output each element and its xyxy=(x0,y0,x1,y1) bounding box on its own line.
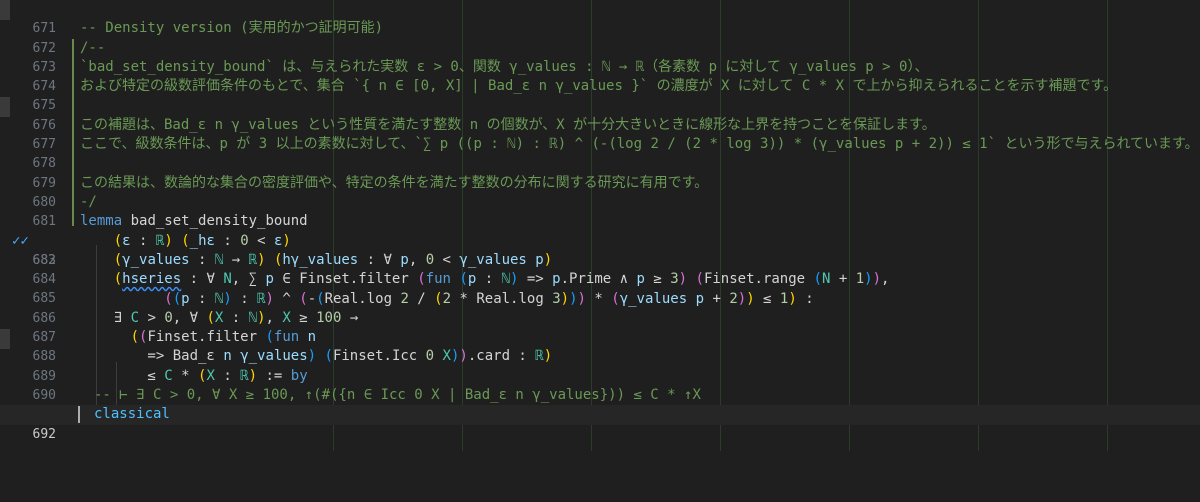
code-line[interactable]: 689 => Bad_ε n γ_values) (Finset.Icc 0 X… xyxy=(0,347,1200,383)
code-line[interactable]: 675 および特定の級数評価条件のもとで、集合 `{ n ∈ [0, X] | … xyxy=(0,77,1200,113)
code-text: ((Finset.filter (fun n xyxy=(130,329,317,346)
doc-comment-text: この補題は、Bad_ε n γ_values という性質を満たす整数 n の個数… xyxy=(80,116,936,133)
doc-comment-close: -/ xyxy=(80,194,97,210)
code-line[interactable]: 690 ≤ C * (X : ℝ) := by xyxy=(0,367,1200,403)
code-text: ≤ C * (X : ℝ) := by xyxy=(80,367,308,384)
tactic-classical: classical xyxy=(94,406,170,423)
keyword-lemma: lemma xyxy=(80,213,123,230)
code-line[interactable]: 687 ∃ C > 0, ∀ (X : ℕ), X ≥ 100 → xyxy=(0,309,1200,345)
code-line[interactable]: ✓✓ 682 lemma bad_set_density_bound xyxy=(0,212,1200,268)
code-text: ((p : ℕ) : ℝ) ^ (-(Real.log 2 / (2 * Rea… xyxy=(164,290,814,307)
doc-comment-text: `bad_set_density_bound` は、与えられた実数 ε > 0、… xyxy=(80,58,929,75)
code-text: (hseries : ∀ N, ∑ p ∈ Finset.filter (fun… xyxy=(113,271,890,288)
code-line-current[interactable]: 692 classical xyxy=(0,405,1200,442)
code-line[interactable]: 680 この結果は、数論的な集合の密度評価や、特定の条件を満たす整数の分布に関す… xyxy=(0,174,1200,210)
code-line[interactable]: 686 ((p : ℕ) : ℝ) ^ (-(Real.log 2 / (2 *… xyxy=(0,290,1200,326)
code-text: ∃ C > 0, ∀ (X : ℕ), X ≥ 100 → xyxy=(80,309,359,326)
text-cursor xyxy=(78,406,80,424)
code-line[interactable]: 676 xyxy=(0,97,1200,133)
doc-comment-text: この結果は、数論的な集合の密度評価や、特定の条件を満たす整数の分布に関する研究に… xyxy=(80,174,709,191)
code-line[interactable]: 679 xyxy=(0,154,1200,191)
code-line[interactable]: 691 -- ⊢ ∃ C > 0, ∀ X ≥ 100, ↑(#({n ∈ Ic… xyxy=(0,386,1200,422)
code-text: (ε : ℝ) (_hε : 0 < ε) xyxy=(113,232,291,249)
code-line[interactable]: 684 (γ_values : ℕ → ℝ) (hγ_values : ∀ p,… xyxy=(0,251,1200,287)
code-text: => Bad_ε n γ_values) (Finset.Icc 0 X)).c… xyxy=(80,348,553,365)
code-line[interactable]: 683 (ε : ℝ) (_hε : 0 < ε) xyxy=(0,232,1200,268)
code-line[interactable]: 685 (hseries : ∀ N, ∑ p ∈ Finset.filter … xyxy=(0,270,1200,306)
code-line[interactable]: 677 この補題は、Bad_ε n γ_values という性質を満たす整数 n… xyxy=(0,116,1200,152)
line-number: 692 xyxy=(32,426,56,442)
code-line[interactable]: 672 -- Density version (実用的かつ証明可能) xyxy=(0,19,1200,55)
code-line[interactable]: 671 xyxy=(0,0,1200,36)
code-line[interactable]: 681 -/ xyxy=(0,193,1200,229)
doc-comment-text: ここで、級数条件は、p が 3 以上の素数に対して、`∑ p ((p : ℕ) … xyxy=(80,136,1199,153)
code-text: (γ_values : ℕ → ℝ) (hγ_values : ∀ p, 0 <… xyxy=(113,251,553,268)
lemma-name: bad_set_density_bound xyxy=(130,213,308,230)
code-line[interactable]: 688 ((Finset.filter (fun n xyxy=(0,328,1200,364)
code-line[interactable]: 674 `bad_set_density_bound` は、与えられた実数 ε … xyxy=(0,58,1200,94)
line-comment: -- Density version (実用的かつ証明可能) xyxy=(80,20,384,37)
code-line[interactable]: 678 ここで、級数条件は、p が 3 以上の素数に対して、`∑ p ((p :… xyxy=(0,135,1200,171)
goal-comment: -- ⊢ ∃ C > 0, ∀ X ≥ 100, ↑(#({n ∈ Icc 0 … xyxy=(94,387,701,403)
doc-comment-open: /-- xyxy=(80,39,106,56)
code-line[interactable]: 673 /-- xyxy=(0,39,1200,75)
doc-comment-text: および特定の級数評価条件のもとで、集合 `{ n ∈ [0, X] | Bad_… xyxy=(80,78,1118,95)
lemma-declaration: lemma bad_set_density_bound xyxy=(80,212,308,231)
code-editor[interactable]: 671 672 -- Density version (実用的かつ証明可能) 6… xyxy=(0,0,1200,451)
